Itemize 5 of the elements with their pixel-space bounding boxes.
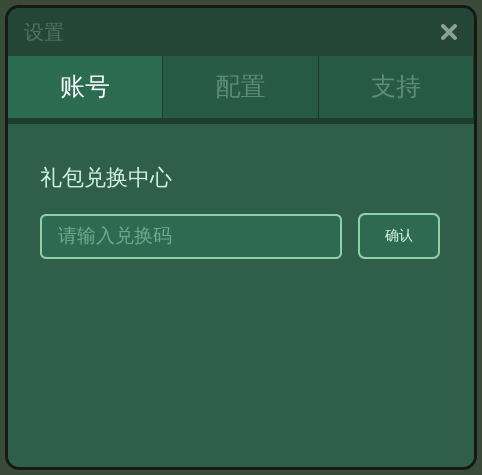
code-input-field[interactable]: 请输入兑换码: [40, 214, 342, 258]
tab[interactable]: 账号: [8, 56, 164, 118]
confirm-button[interactable]: 确认: [358, 213, 440, 259]
close-icon[interactable]: [440, 23, 458, 41]
section-title: 礼包兑换中心: [40, 165, 173, 193]
